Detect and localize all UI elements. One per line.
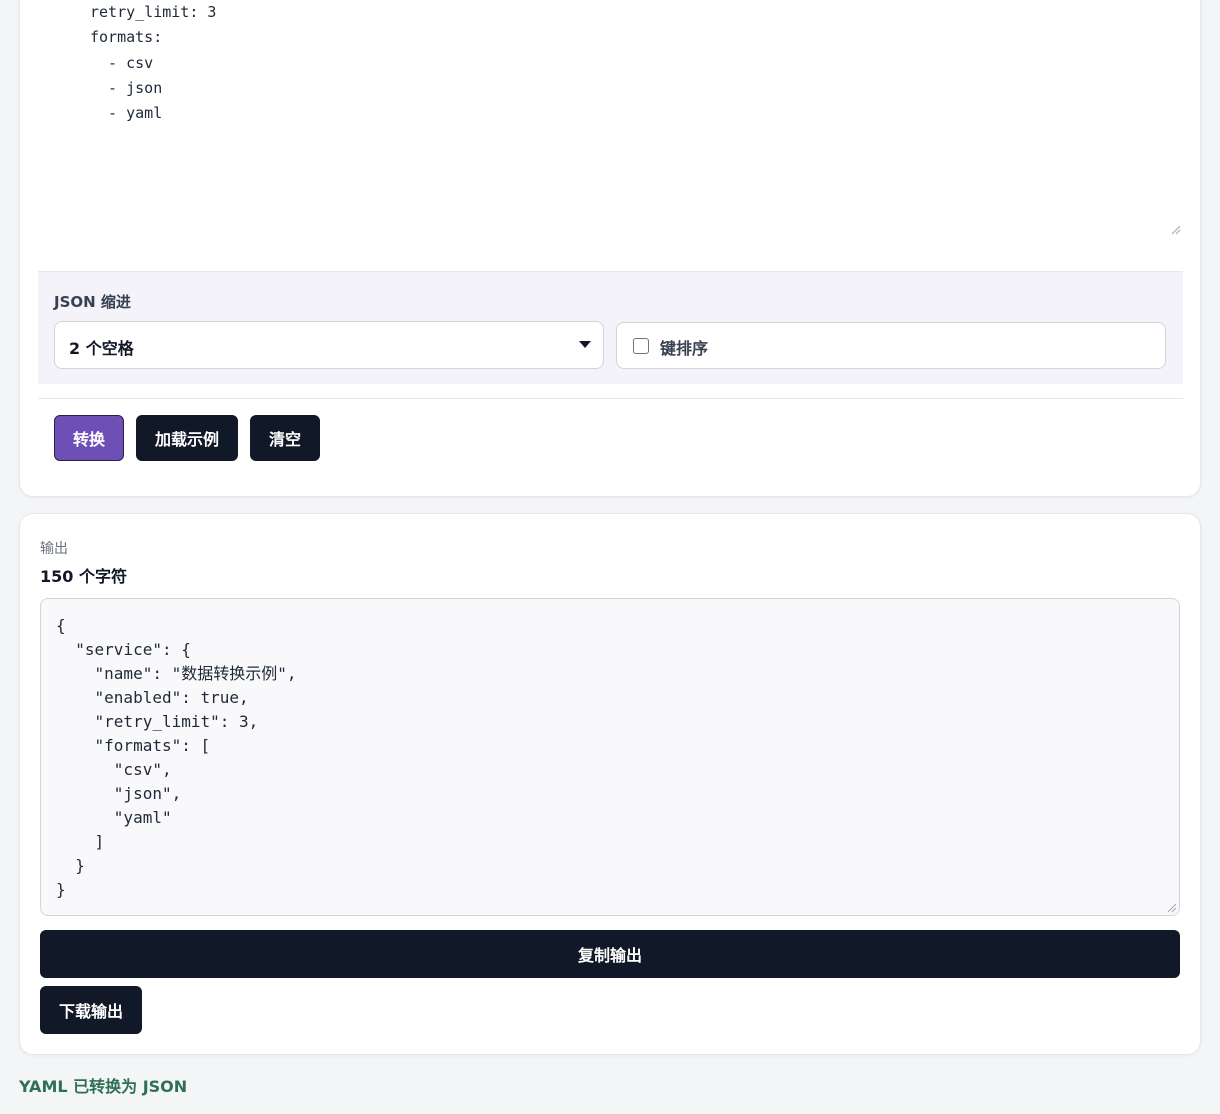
download-output-button[interactable]: 下载输出	[40, 986, 142, 1034]
clear-button[interactable]: 清空	[250, 415, 320, 461]
input-card: retry_limit: 3 formats: - csv - json - y…	[19, 0, 1201, 497]
indent-select-value: 2 个空格	[69, 339, 134, 358]
options-panel: JSON 缩进 2 个空格 键排序	[38, 271, 1183, 384]
chevron-down-icon	[579, 341, 591, 348]
yaml-input-textarea[interactable]: retry_limit: 3 formats: - csv - json - y…	[38, 0, 1184, 238]
indent-label: JSON 缩进	[54, 293, 131, 311]
sort-keys-option[interactable]: 键排序	[616, 322, 1166, 369]
json-output-text[interactable]: { "service": { "name": "数据转换示例", "enable…	[56, 614, 297, 902]
load-example-button[interactable]: 加载示例	[136, 415, 238, 461]
json-output-textarea[interactable]: { "service": { "name": "数据转换示例", "enable…	[40, 598, 1180, 916]
divider	[38, 398, 1183, 399]
sort-keys-checkbox[interactable]	[633, 338, 649, 354]
indent-select[interactable]: 2 个空格	[54, 321, 604, 369]
copy-output-button[interactable]: 复制输出	[40, 930, 1180, 978]
resize-handle-icon[interactable]	[1171, 225, 1181, 235]
convert-button[interactable]: 转换	[54, 415, 124, 461]
output-label: 输出	[40, 541, 68, 557]
status-message: YAML 已转换为 JSON	[19, 1077, 188, 1096]
output-char-count: 150 个字符	[40, 567, 127, 586]
resize-handle-icon[interactable]	[1167, 903, 1177, 913]
yaml-input-text[interactable]: retry_limit: 3 formats: - csv - json - y…	[90, 0, 216, 126]
output-card: 输出 150 个字符 { "service": { "name": "数据转换示…	[19, 513, 1201, 1055]
sort-keys-label: 键排序	[660, 339, 709, 358]
